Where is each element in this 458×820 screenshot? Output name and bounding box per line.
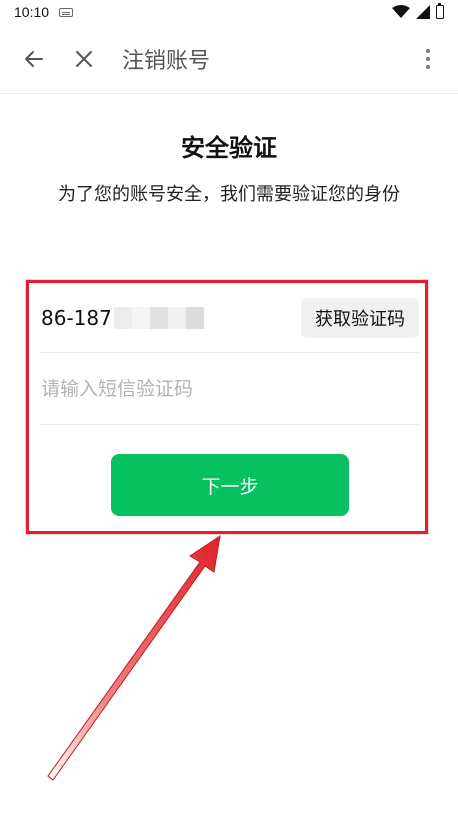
page-title: 注销账号 [122, 48, 211, 74]
back-arrow-icon[interactable] [22, 47, 46, 71]
signal-icon [416, 5, 430, 19]
wifi-icon [392, 5, 410, 18]
status-time: 10:10 [14, 4, 50, 20]
security-verification-subtitle: 为了您的账号安全，我们需要验证您的身份 [58, 184, 400, 205]
code-row [39, 353, 419, 425]
status-icons [392, 3, 444, 19]
sms-code-input[interactable] [41, 377, 419, 400]
phone-row: 86-187 获取验证码 [39, 283, 419, 353]
keyboard-icon [59, 7, 74, 17]
status-bar: 10:10 [0, 0, 458, 24]
close-icon[interactable] [72, 47, 96, 71]
battery-icon [436, 3, 444, 19]
get-code-button[interactable]: 获取验证码 [301, 297, 419, 338]
security-verification-heading: 安全验证 [181, 134, 277, 162]
verification-form: 86-187 获取验证码 下一步 [26, 280, 428, 534]
title-bar: 注销账号 [0, 24, 458, 94]
phone-number: 86-187 [41, 305, 112, 330]
next-step-button[interactable]: 下一步 [111, 454, 349, 516]
phone-mask [113, 306, 204, 329]
more-vertical-icon[interactable] [418, 47, 438, 71]
